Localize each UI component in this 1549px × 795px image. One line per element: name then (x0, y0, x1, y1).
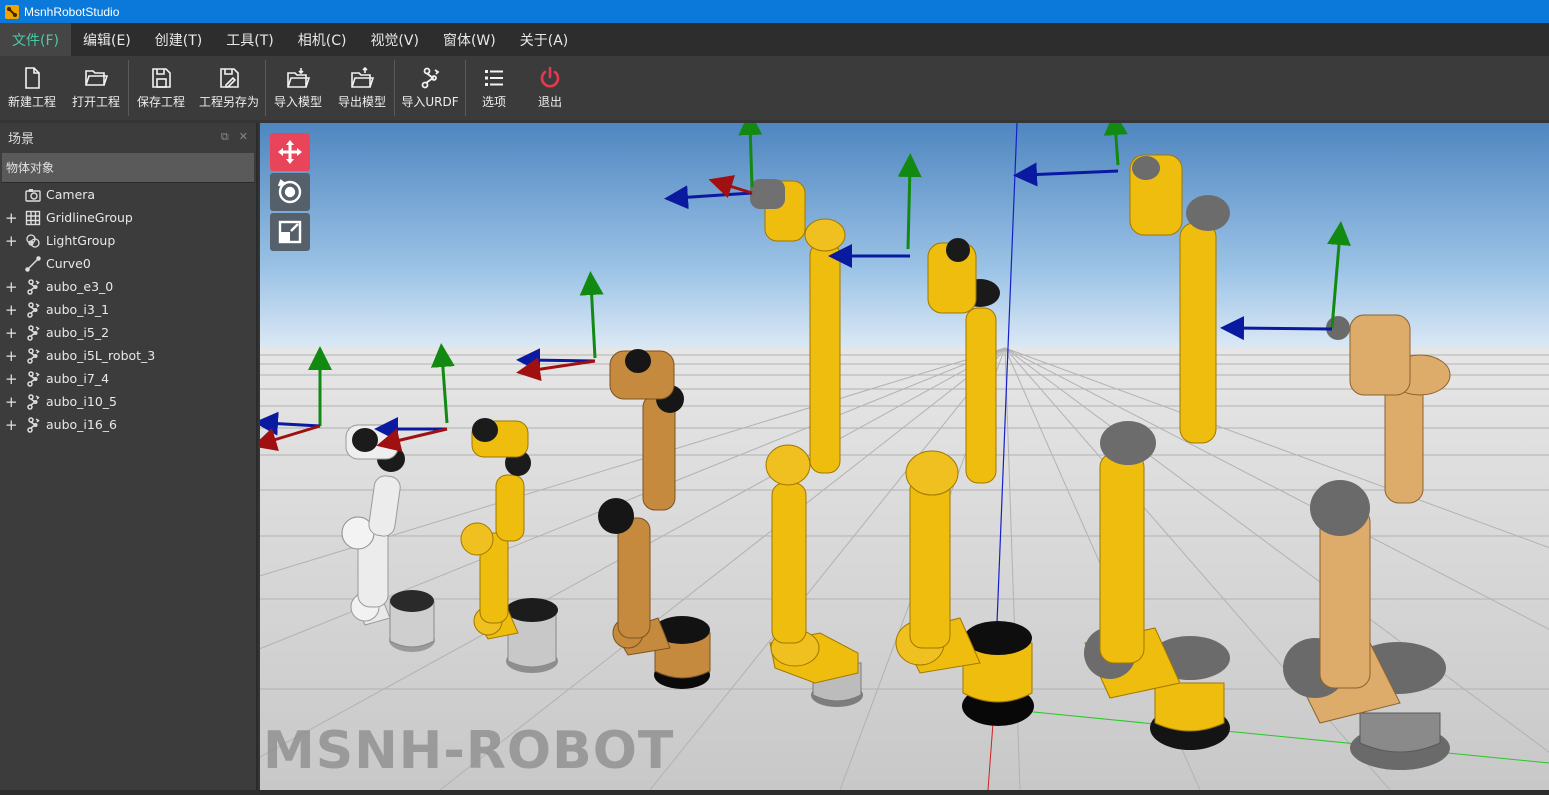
close-panel-icon[interactable]: ✕ (239, 130, 248, 144)
menu-file[interactable]: 文件(F) (0, 23, 71, 56)
save-project-button[interactable]: 保存工程 (129, 56, 193, 120)
tree-item-gridlinegroup[interactable]: + GridlineGroup (0, 207, 256, 230)
tree-item-label: aubo_i7_4 (46, 371, 110, 386)
tree-item-aubo-i10-5[interactable]: + aubo_i10_5 (0, 391, 256, 414)
move-tool-button[interactable] (270, 133, 310, 171)
tree-item-aubo-i7-4[interactable]: + aubo_i7_4 (0, 368, 256, 391)
new-project-label: 新建工程 (7, 95, 56, 109)
window-title: MsnhRobotStudio (24, 4, 120, 19)
export-model-icon (351, 66, 374, 88)
scene-panel-header: 场景 ⧉ ✕ (0, 123, 256, 151)
tree-item-aubo-i16-6[interactable]: + aubo_i16_6 (0, 414, 256, 437)
tree-item-label: aubo_i5_2 (46, 325, 110, 340)
rotate-tool-button[interactable] (270, 173, 310, 211)
tree-item-label: GridlineGroup (46, 210, 133, 225)
3d-viewport[interactable]: MSNH-ROBOT (260, 123, 1549, 790)
save-project-label: 保存工程 (136, 95, 185, 109)
robot-icon (27, 302, 40, 318)
scale-gizmo-icon (278, 220, 302, 244)
menu-edit[interactable]: 编辑(E) (71, 23, 143, 56)
save-project-as-button[interactable]: 工程另存为 (193, 56, 265, 120)
menu-bar: 文件(F) 编辑(E) 创建(T) 工具(T) 相机(C) 视觉(V) 窗体(W… (0, 23, 1549, 56)
import-model-label: 导入模型 (273, 95, 322, 109)
scene-panel: 场景 ⧉ ✕ 物体对象 Camera + GridlineGroup + Lig… (0, 123, 258, 790)
tree-item-label: aubo_i10_5 (46, 394, 117, 409)
menu-create[interactable]: 创建(T) (143, 23, 214, 56)
tree-item-label: LightGroup (46, 233, 116, 248)
robot-icon (27, 279, 40, 295)
light-icon (26, 234, 40, 248)
tree-item-curve0[interactable]: Curve0 (0, 253, 256, 276)
scene-tree: Camera + GridlineGroup + LightGroup Curv… (0, 183, 256, 437)
save-icon (152, 68, 171, 88)
robot-icon (27, 417, 40, 433)
tree-item-lightgroup[interactable]: + LightGroup (0, 230, 256, 253)
options-button[interactable]: 选项 (466, 56, 522, 120)
rotate-gizmo-icon (277, 179, 302, 204)
app-logo-icon (5, 4, 19, 19)
tree-column-header[interactable]: 物体对象 (2, 153, 254, 183)
tree-item-camera[interactable]: Camera (0, 184, 256, 207)
camera-icon (25, 189, 41, 202)
menu-window[interactable]: 窗体(W) (431, 23, 508, 56)
open-project-label: 打开工程 (71, 95, 120, 109)
power-icon (540, 66, 560, 88)
save-project-as-label: 工程另存为 (198, 95, 259, 109)
exit-label: 退出 (537, 95, 562, 109)
robot-icon (27, 348, 40, 364)
tree-item-label: aubo_i16_6 (46, 417, 117, 432)
tree-item-label: Camera (46, 187, 96, 202)
watermark: MSNH-ROBOT (263, 721, 674, 781)
expand-icon[interactable]: + (5, 326, 19, 341)
open-project-button[interactable]: 打开工程 (64, 56, 128, 120)
tree-item-label: aubo_i5L_robot_3 (46, 348, 156, 363)
main-toolbar: 新建工程 打开工程 保存工程 工程另存为 导入模型 导出模型 导入URDF 选项… (0, 56, 1549, 120)
robot-icon (27, 371, 40, 387)
tree-item-aubo-i5l-robot-3[interactable]: + aubo_i5L_robot_3 (0, 345, 256, 368)
menu-tools[interactable]: 工具(T) (214, 23, 285, 56)
tree-item-aubo-i3-1[interactable]: + aubo_i3_1 (0, 299, 256, 322)
expand-icon[interactable]: + (5, 280, 19, 295)
exit-button[interactable]: 退出 (522, 56, 578, 120)
grid-icon (25, 210, 41, 226)
curve-icon (25, 256, 41, 272)
move-gizmo-icon (278, 140, 302, 164)
menu-camera[interactable]: 相机(C) (286, 23, 359, 56)
tree-item-label: Curve0 (46, 256, 91, 271)
float-panel-icon[interactable]: ⧉ (221, 130, 229, 144)
expand-icon[interactable]: + (5, 303, 19, 318)
import-model-icon (287, 68, 310, 88)
menu-about[interactable]: 关于(A) (508, 23, 581, 56)
list-icon (485, 70, 503, 86)
import-urdf-label: 导入URDF (401, 95, 459, 109)
status-strip (0, 790, 1549, 795)
new-project-button[interactable]: 新建工程 (0, 56, 64, 120)
tree-item-aubo-e3-0[interactable]: + aubo_e3_0 (0, 276, 256, 299)
scene-panel-title: 场景 (8, 131, 35, 147)
import-model-button[interactable]: 导入模型 (266, 56, 330, 120)
expand-icon[interactable]: + (5, 418, 19, 433)
open-folder-icon (85, 70, 108, 86)
tree-item-aubo-i5-2[interactable]: + aubo_i5_2 (0, 322, 256, 345)
new-file-icon (25, 67, 40, 89)
expand-icon[interactable]: + (5, 349, 19, 364)
expand-icon[interactable]: + (5, 211, 19, 226)
scale-tool-button[interactable] (270, 213, 310, 251)
export-model-button[interactable]: 导出模型 (330, 56, 394, 120)
menu-vision[interactable]: 视觉(V) (358, 23, 431, 56)
viewport-scene[interactable]: MSNH-ROBOT (260, 123, 1549, 790)
expand-icon[interactable]: + (5, 395, 19, 410)
export-model-label: 导出模型 (337, 95, 386, 109)
import-urdf-button[interactable]: 导入URDF (395, 56, 465, 120)
save-as-icon (220, 68, 239, 88)
expand-icon[interactable]: + (5, 234, 19, 249)
tree-item-label: aubo_e3_0 (46, 279, 114, 294)
title-bar: MsnhRobotStudio (0, 0, 1549, 23)
expand-icon[interactable]: + (5, 372, 19, 387)
urdf-icon (421, 67, 440, 89)
robot-icon (27, 325, 40, 341)
robot-icon (27, 394, 40, 410)
options-label: 选项 (481, 95, 506, 109)
tree-item-label: aubo_i3_1 (46, 302, 110, 317)
